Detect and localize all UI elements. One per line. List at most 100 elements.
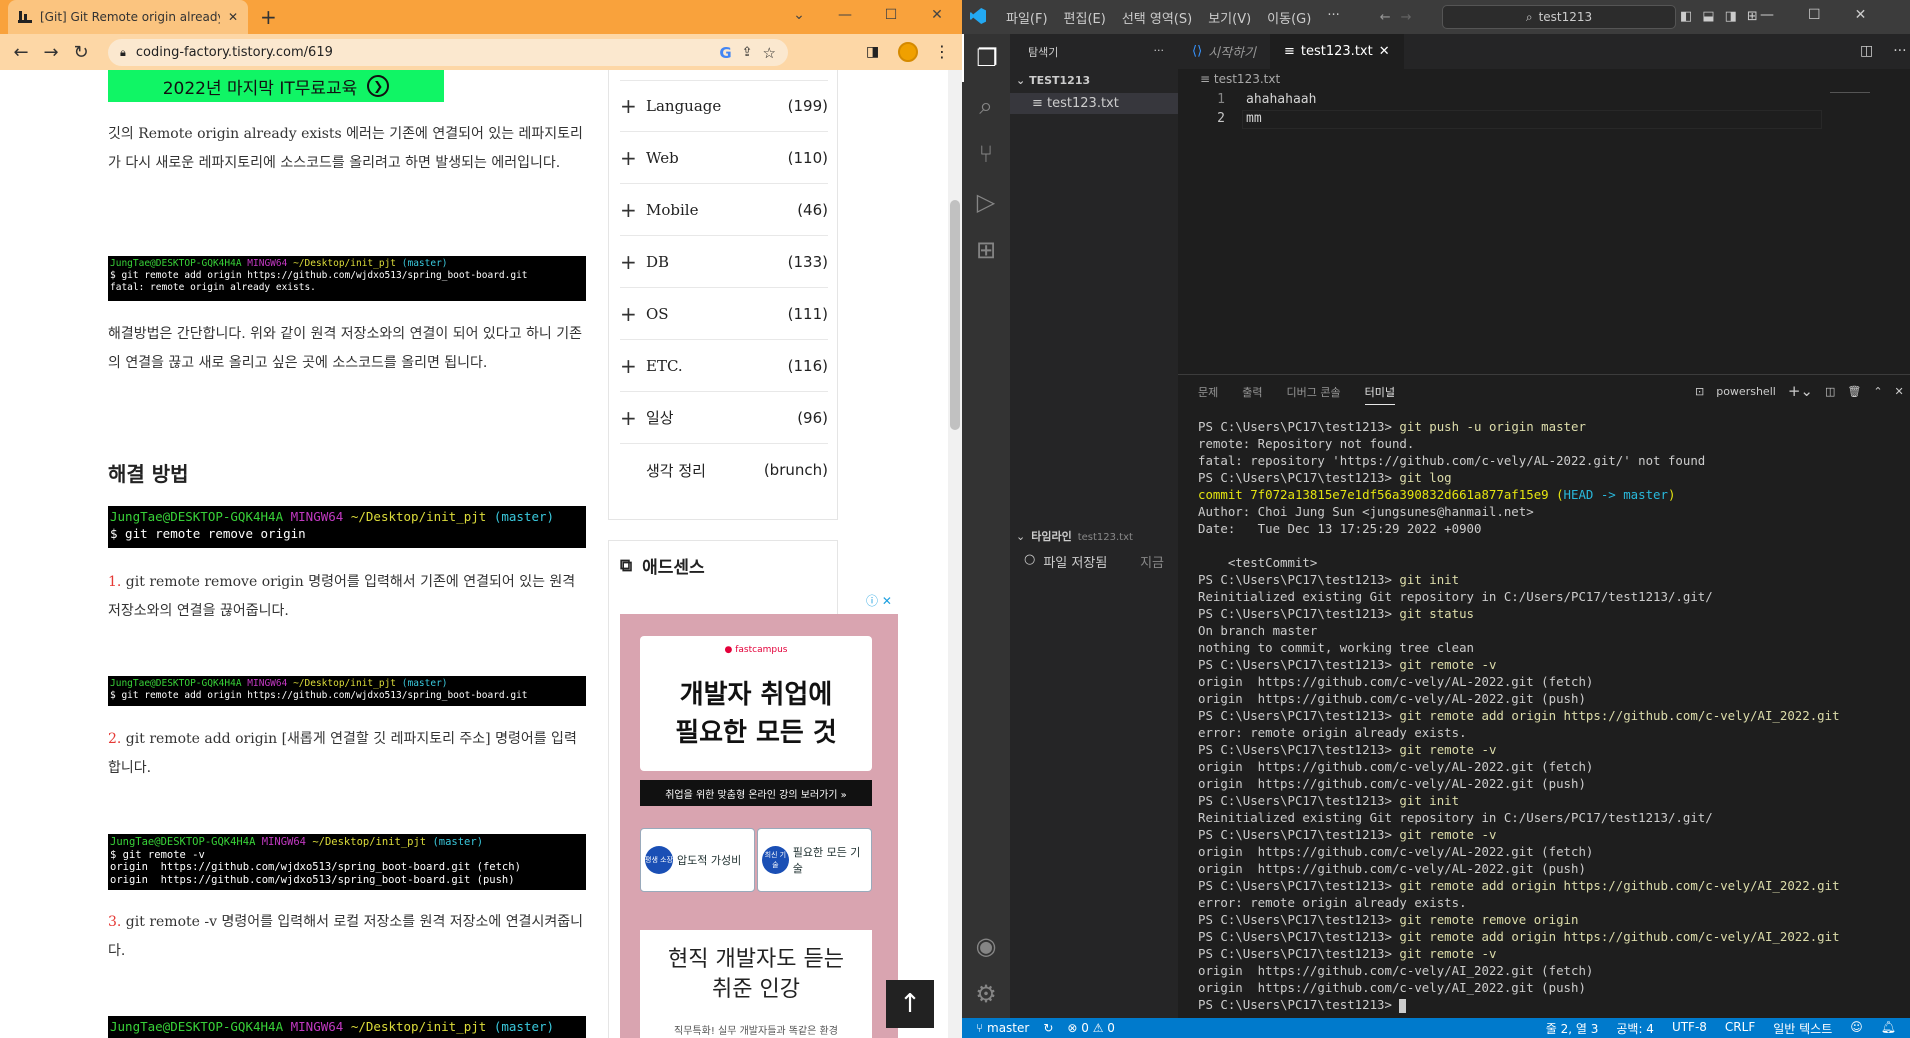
tab-welcome[interactable]: ⟨⟩ 시작하기 bbox=[1178, 34, 1270, 69]
new-tab-button[interactable]: + bbox=[260, 6, 277, 28]
scrollbar-thumb[interactable] bbox=[950, 200, 960, 430]
window-chevron-icon[interactable]: ⌄ bbox=[776, 0, 822, 30]
menu-more[interactable]: ··· bbox=[1327, 8, 1339, 27]
breadcrumb[interactable]: ≡ test123.txt bbox=[1200, 72, 1280, 86]
run-debug-icon[interactable]: ▷ bbox=[962, 178, 1010, 226]
explorer-icon[interactable]: ❐ bbox=[962, 34, 1010, 82]
promo-banner[interactable]: 2022년 마지막 IT무료교육 ❯ bbox=[108, 70, 444, 102]
close-window-icon[interactable]: ✕ bbox=[1855, 7, 1867, 23]
command-center[interactable]: ⌕ test1213 bbox=[1442, 5, 1676, 29]
sync-icon[interactable]: ↻ bbox=[1043, 1021, 1053, 1035]
trash-icon[interactable]: 🗑︎ bbox=[1847, 385, 1861, 398]
category-thoughts[interactable]: 생각 정리 (brunch) bbox=[620, 444, 828, 496]
forward-arrow-icon[interactable]: → bbox=[36, 42, 66, 63]
category-daily[interactable]: + 일상 (96) bbox=[620, 392, 828, 444]
ad-title: 개발자 취업에 필요한 모든 것 bbox=[640, 676, 872, 752]
language-mode[interactable]: 일반 텍스트 bbox=[1773, 1020, 1832, 1037]
close-window-icon[interactable]: ✕ bbox=[914, 0, 960, 30]
account-icon[interactable]: ◉ bbox=[962, 922, 1010, 970]
maximize-icon[interactable]: ☐ bbox=[1808, 7, 1821, 23]
category-os[interactable]: + OS (111) bbox=[620, 288, 828, 340]
ad-title-line: 취준 인강 bbox=[712, 977, 800, 1002]
tab-test123[interactable]: ≡ test123.txt ✕ bbox=[1270, 34, 1404, 69]
toggle-secondary-icon[interactable]: ◨ bbox=[1725, 9, 1737, 24]
more-actions-icon[interactable]: ··· bbox=[1154, 44, 1165, 60]
tab-debug-console[interactable]: 디버그 콘솔 bbox=[1287, 384, 1341, 405]
folder-row[interactable]: ⌄ TEST1213 bbox=[1010, 60, 1178, 87]
profile-avatar[interactable] bbox=[898, 42, 918, 62]
category-mobile[interactable]: + Mobile (46) bbox=[620, 184, 828, 236]
line-ending[interactable]: CRLF bbox=[1725, 1020, 1755, 1037]
adchoices-icon[interactable]: ⓘ ✕ bbox=[866, 592, 892, 609]
settings-gear-icon[interactable]: ⚙ bbox=[962, 970, 1010, 1018]
browser-tab[interactable]: [Git] Git Remote origin already e ✕ bbox=[8, 0, 248, 34]
indentation[interactable]: 공백: 4 bbox=[1616, 1020, 1654, 1037]
google-icon[interactable]: G bbox=[719, 44, 731, 62]
ad-pill-1[interactable]: 평생 소장 압도적 가성비 bbox=[640, 828, 755, 892]
search-icon[interactable]: ⌕ bbox=[962, 82, 1010, 130]
minimize-icon[interactable]: — bbox=[1760, 7, 1774, 23]
search-icon: ⌕ bbox=[1525, 9, 1533, 24]
problems-indicator[interactable]: ⊗ 0 ⚠ 0 bbox=[1067, 1021, 1115, 1035]
terminal-line: PS C:\Users\PC17\test1213> git remote -v bbox=[1198, 826, 1898, 843]
address-bar[interactable]: 🔒︎ coding-factory.tistory.com/619 G ⇪ ☆ bbox=[108, 39, 788, 66]
menu-edit[interactable]: 편집(E) bbox=[1064, 8, 1106, 27]
forward-arrow-icon[interactable]: → bbox=[1401, 10, 1412, 25]
maximize-panel-icon[interactable]: ⌃ bbox=[1873, 385, 1882, 398]
lock-icon[interactable]: 🔒︎ bbox=[120, 46, 126, 60]
term-user: JungTae@DESKTOP-GQK4H4A bbox=[110, 509, 284, 524]
customize-layout-icon[interactable]: ⊞ bbox=[1747, 9, 1758, 24]
minimize-icon[interactable]: — bbox=[822, 0, 868, 30]
new-terminal-icon[interactable]: +⌄ bbox=[1788, 382, 1813, 400]
editor-area[interactable] bbox=[1178, 34, 1910, 374]
more-actions-icon[interactable]: ··· bbox=[1893, 43, 1906, 59]
minimap[interactable] bbox=[1830, 92, 1870, 93]
shell-selector[interactable]: powershell bbox=[1716, 385, 1776, 398]
term-branch: (master) bbox=[401, 678, 448, 689]
close-panel-icon[interactable]: ✕ bbox=[1895, 385, 1904, 398]
menu-file[interactable]: 파일(F) bbox=[1006, 8, 1048, 27]
kebab-menu-icon[interactable]: ⋮ bbox=[934, 42, 950, 61]
toggle-panel-icon[interactable]: ⬓ bbox=[1702, 9, 1714, 24]
timeline-item[interactable]: ○ 파일 저장됨 지금 bbox=[1010, 552, 1178, 571]
encoding[interactable]: UTF-8 bbox=[1672, 1020, 1707, 1037]
maximize-icon[interactable]: ☐ bbox=[868, 0, 914, 30]
extensions-icon[interactable]: ⊞ bbox=[962, 226, 1010, 274]
category-web[interactable]: + Web (110) bbox=[620, 132, 828, 184]
share-icon[interactable]: ⇪ bbox=[742, 45, 753, 60]
close-tab-icon[interactable]: ✕ bbox=[228, 10, 238, 24]
source-control-icon[interactable]: ⑂ bbox=[962, 130, 1010, 178]
category-db[interactable]: + DB (133) bbox=[620, 236, 828, 288]
tab-output[interactable]: 출력 bbox=[1242, 384, 1262, 405]
cursor-position[interactable]: 줄 2, 열 3 bbox=[1546, 1020, 1599, 1037]
sidebar-toggle-icon[interactable]: ◨ bbox=[866, 44, 879, 60]
category-etc[interactable]: + ETC. (116) bbox=[620, 340, 828, 392]
reload-icon[interactable]: ↻ bbox=[66, 42, 96, 63]
toggle-sidebar-icon[interactable]: ◧ bbox=[1680, 9, 1692, 24]
back-arrow-icon[interactable]: ← bbox=[1380, 10, 1391, 25]
split-editor-icon[interactable]: ◫ bbox=[1860, 43, 1873, 59]
split-terminal-icon[interactable]: ◫ bbox=[1825, 385, 1835, 398]
terminal-line: origin https://github.com/c-vely/AL-2022… bbox=[1198, 844, 1594, 859]
bookmark-star-icon[interactable]: ☆ bbox=[763, 44, 776, 62]
tab-terminal[interactable]: 터미널 bbox=[1364, 384, 1395, 405]
file-row[interactable]: ≡ test123.txt bbox=[1010, 93, 1178, 114]
branch-indicator[interactable]: ⑂ master bbox=[976, 1021, 1029, 1035]
back-arrow-icon[interactable]: ← bbox=[6, 42, 36, 63]
category-language[interactable]: + Language (199) bbox=[620, 80, 828, 132]
bell-icon[interactable]: 🔔︎ bbox=[1881, 1020, 1896, 1037]
scroll-to-top-button[interactable]: ↑ bbox=[886, 980, 934, 1028]
menu-view[interactable]: 보기(V) bbox=[1208, 8, 1251, 27]
terminal-output[interactable]: PS C:\Users\PC17\test1213> git push -u o… bbox=[1198, 418, 1898, 1013]
menu-go[interactable]: 이동(G) bbox=[1267, 8, 1311, 27]
timeline-header[interactable]: ⌄ 타임라인 test123.txt bbox=[1010, 528, 1178, 544]
feedback-icon[interactable]: ☺ bbox=[1850, 1020, 1863, 1037]
menu-selection[interactable]: 선택 영역(S) bbox=[1122, 8, 1192, 27]
explorer-title: 탐색기 bbox=[1028, 46, 1059, 59]
terminal-command: git remote -v bbox=[1399, 742, 1497, 757]
ad-pill-2[interactable]: 최신 기술 필요한 모든 기술 bbox=[757, 828, 872, 892]
close-icon[interactable]: ✕ bbox=[1379, 44, 1390, 59]
tab-problems[interactable]: 문제 bbox=[1198, 384, 1218, 405]
ad-cta[interactable]: 취업을 위한 맞춤형 온라인 강의 보러가기 » bbox=[640, 780, 872, 806]
code-line[interactable]: ahahahaah bbox=[1246, 92, 1316, 107]
